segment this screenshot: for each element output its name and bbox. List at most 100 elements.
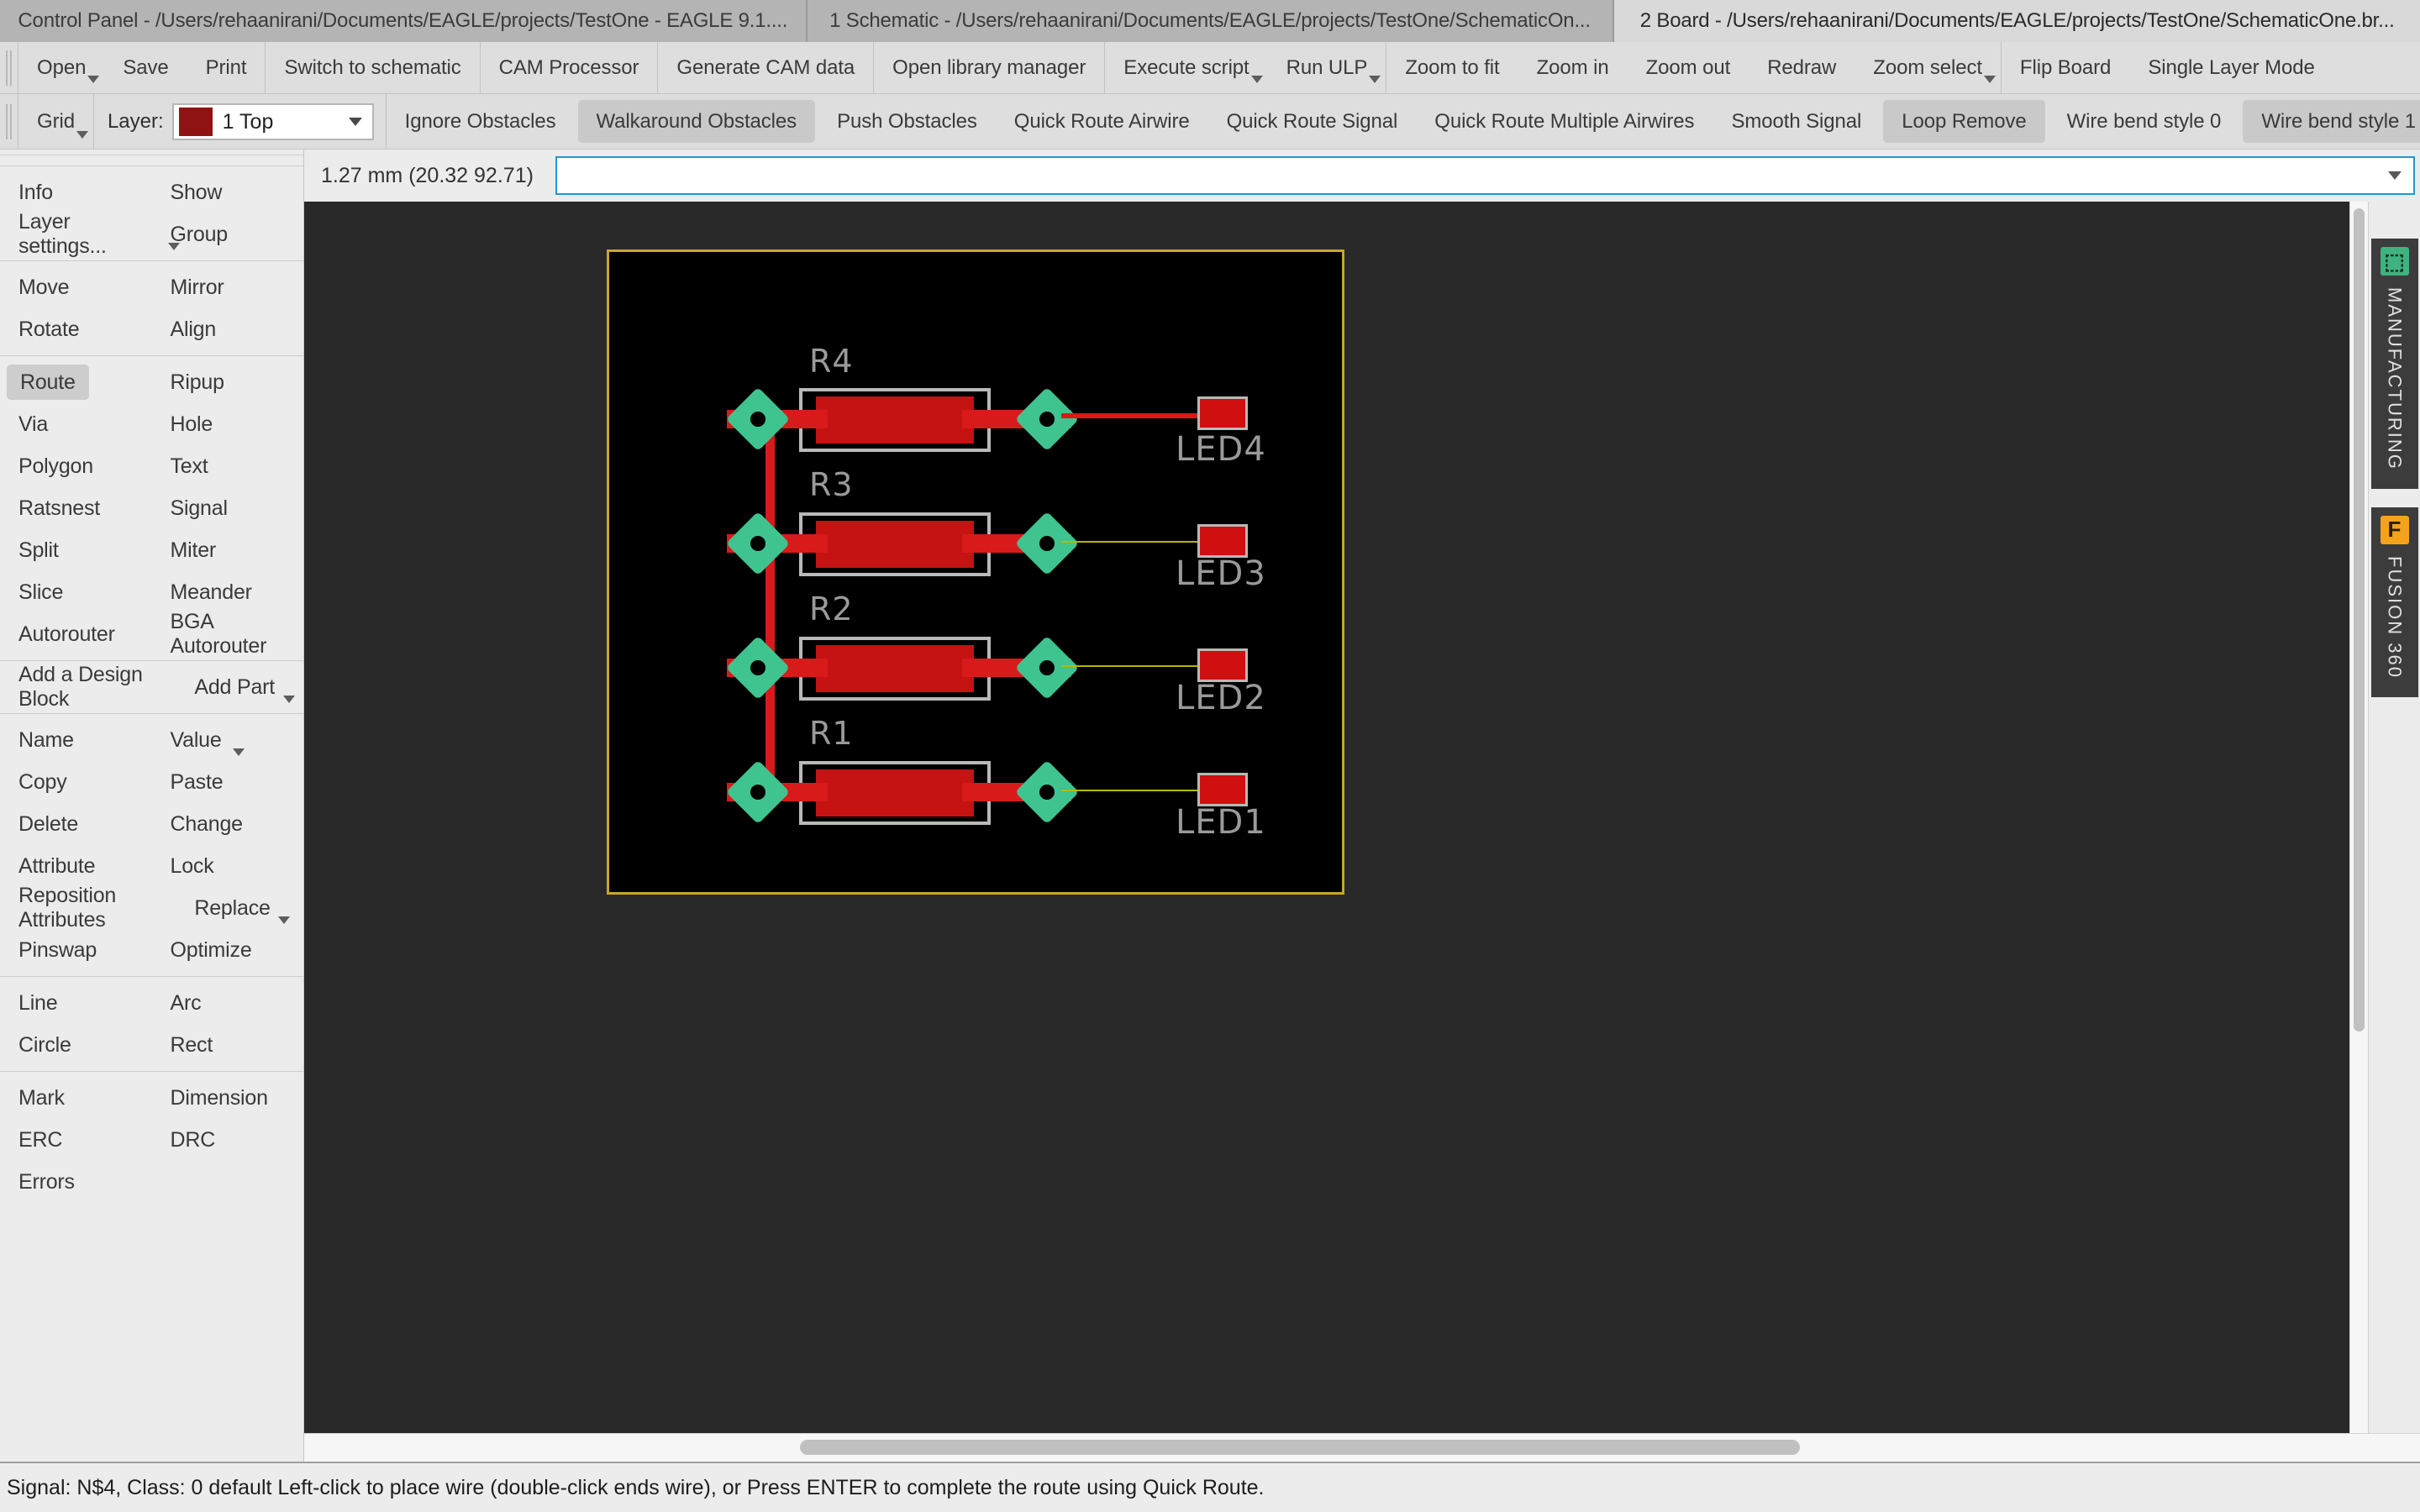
sidebar-item-via[interactable]: Via	[0, 403, 152, 445]
grid-button[interactable]: Grid	[18, 94, 93, 149]
sidebar-item-ratsnest[interactable]: Ratsnest	[0, 487, 152, 529]
wire-bend-style-0-button[interactable]: Wire bend style 0	[2049, 94, 2240, 149]
zoom-out-button[interactable]: Zoom out	[1628, 42, 1749, 93]
sidebar-item-change[interactable]: Change	[152, 803, 304, 845]
quick-route-signal-button[interactable]: Quick Route Signal	[1208, 94, 1417, 149]
window-tab-board[interactable]: 2 Board - /Users/rehaanirani/Documents/E…	[1614, 0, 2420, 42]
sidebar-item-mirror[interactable]: Mirror	[152, 266, 304, 308]
sidebar-item-layer-settings[interactable]: Layer settings...	[0, 210, 180, 258]
run-ulp-button[interactable]: Run ULP	[1268, 42, 1386, 93]
canvas-horizontal-scrollbar[interactable]	[304, 1433, 2420, 1462]
sidebar-item-rect[interactable]: Rect	[152, 1024, 304, 1066]
sidebar-item-miter[interactable]: Miter	[152, 529, 304, 571]
command-line-input[interactable]	[555, 156, 2415, 195]
chevron-down-icon[interactable]	[2388, 171, 2402, 180]
walkaround-obstacles-button[interactable]: Walkaround Obstacles	[577, 100, 816, 143]
chevron-down-icon[interactable]	[87, 76, 100, 83]
sidebar-item-replace[interactable]: Replace	[176, 887, 303, 929]
sidebar-item-reposition-attributes[interactable]: Reposition Attributes	[0, 884, 176, 932]
scrollbar-thumb[interactable]	[2354, 208, 2365, 1032]
panel-manufacturing[interactable]: ⬚ MANUFACTURING	[2370, 239, 2418, 489]
ignore-obstacles-button[interactable]: Ignore Obstacles	[387, 94, 575, 149]
push-obstacles-button[interactable]: Push Obstacles	[818, 94, 996, 149]
zoom-select-button[interactable]: Zoom select	[1854, 42, 2001, 93]
sidebar-item-drc[interactable]: DRC	[152, 1119, 304, 1161]
generate-cam-data-button[interactable]: Generate CAM data	[658, 42, 873, 93]
quick-route-airwire-button[interactable]: Quick Route Airwire	[996, 94, 1208, 149]
toolbar-grip[interactable]	[0, 42, 18, 93]
sidebar-item-arc[interactable]: Arc	[152, 982, 304, 1024]
open-library-manager-button[interactable]: Open library manager	[874, 42, 1104, 93]
smooth-signal-button[interactable]: Smooth Signal	[1712, 94, 1880, 149]
sidebar-item-align[interactable]: Align	[152, 308, 304, 350]
sidebar-item-text[interactable]: Text	[152, 445, 304, 487]
execute-script-button[interactable]: Execute script	[1105, 42, 1267, 93]
sidebar-item-add-a-design-block[interactable]: Add a Design Block	[0, 663, 176, 711]
loop-remove-button[interactable]: Loop Remove	[1883, 100, 2045, 143]
save-button[interactable]: Save	[104, 42, 187, 93]
flip-board-button[interactable]: Flip Board	[2002, 42, 2129, 93]
sidebar-item-meander[interactable]: Meander	[152, 571, 304, 613]
chevron-down-icon[interactable]	[1983, 76, 1996, 83]
canvas-vertical-scrollbar[interactable]	[2349, 202, 2368, 1433]
sidebar-item-attribute[interactable]: Attribute	[0, 845, 152, 887]
panel-fusion-360[interactable]: F FUSION 360	[2370, 507, 2418, 697]
sidebar-item-pinswap[interactable]: Pinswap	[0, 929, 152, 971]
redraw-button[interactable]: Redraw	[1749, 42, 1854, 93]
sidebar-item-optimize[interactable]: Optimize	[152, 929, 304, 971]
quick-route-multiple-airwires-button[interactable]: Quick Route Multiple Airwires	[1416, 94, 1712, 149]
pcb-canvas[interactable]: R4 LED4 R3 LED3 R2 LED2 R1 LED1	[304, 202, 2349, 1433]
switch-to-schematic-button[interactable]: Switch to schematic	[266, 42, 479, 93]
sidebar-item-erc[interactable]: ERC	[0, 1119, 152, 1161]
print-button[interactable]: Print	[187, 42, 266, 93]
sidebar-item-group[interactable]: Group	[152, 213, 304, 255]
layer-select[interactable]: 1 Top	[171, 103, 374, 140]
sidebar-item-add-part[interactable]: Add Part	[176, 666, 303, 708]
sidebar-item-delete[interactable]: Delete	[0, 803, 152, 845]
zoom-to-fit-button[interactable]: Zoom to fit	[1386, 42, 1518, 93]
sidebar-item-route[interactable]: Route	[0, 361, 152, 403]
chevron-down-icon[interactable]	[76, 131, 88, 139]
cam-processor-button[interactable]: CAM Processor	[481, 42, 658, 93]
single-layer-mode-button[interactable]: Single Layer Mode	[2129, 42, 2333, 93]
open-button[interactable]: Open	[18, 42, 104, 93]
sidebar-item-split[interactable]: Split	[0, 529, 152, 571]
sidebar-item-signal[interactable]: Signal	[152, 487, 304, 529]
chevron-down-icon[interactable]	[278, 916, 291, 924]
sidebar-item-autorouter[interactable]: Autorouter	[0, 613, 152, 655]
sidebar-item-rotate[interactable]: Rotate	[0, 308, 152, 350]
sidebar-item-line[interactable]: Line	[0, 982, 152, 1024]
toolbar-group-zoom: Zoom to fit Zoom in Zoom out Redraw Zoom…	[1386, 42, 2002, 93]
window-tab-control-panel[interactable]: Control Panel - /Users/rehaanirani/Docum…	[0, 0, 808, 42]
sidebar-item-label: Replace	[194, 895, 271, 920]
sidebar-item-name[interactable]: Name	[0, 719, 152, 761]
sidebar-item-errors[interactable]: Errors	[0, 1161, 152, 1203]
sidebar-item-mark[interactable]: Mark	[0, 1077, 152, 1119]
window-tab-schematic[interactable]: 1 Schematic - /Users/rehaanirani/Documen…	[807, 0, 1615, 42]
chevron-down-icon[interactable]	[348, 118, 362, 126]
sidebar-item-circle[interactable]: Circle	[0, 1024, 152, 1066]
chevron-down-icon[interactable]	[232, 748, 245, 756]
sidebar-item-copy[interactable]: Copy	[0, 761, 152, 803]
sidebar-item-polygon[interactable]: Polygon	[0, 445, 152, 487]
sidebar-item-hole[interactable]: Hole	[152, 403, 304, 445]
sidebar-item-value[interactable]: Value	[152, 719, 304, 761]
sidebar-item-slice[interactable]: Slice	[0, 571, 152, 613]
sidebar-item-bga-autorouter[interactable]: BGA Autorouter	[152, 610, 304, 658]
sidebar-item-paste[interactable]: Paste	[152, 761, 304, 803]
chevron-down-icon[interactable]	[283, 696, 296, 703]
scrollbar-thumb[interactable]	[800, 1440, 1800, 1455]
sidebar-item-dimension[interactable]: Dimension	[152, 1077, 304, 1119]
chevron-down-icon[interactable]	[1369, 76, 1381, 83]
pad-r4-right	[1014, 386, 1080, 452]
sidebar-item-move[interactable]: Move	[0, 266, 152, 308]
sidebar-item-show[interactable]: Show	[152, 171, 304, 213]
chevron-down-icon[interactable]	[1250, 76, 1263, 83]
wire-bend-style-1-button[interactable]: Wire bend style 1	[2243, 100, 2420, 143]
sidebar-item-lock[interactable]: Lock	[152, 845, 304, 887]
sidebar-item-info[interactable]: Info	[0, 171, 152, 213]
options-toolbar-grip[interactable]	[0, 94, 18, 149]
sidebar-item-ripup[interactable]: Ripup	[152, 361, 304, 403]
sidebar-item-label: Signal	[170, 496, 228, 520]
zoom-in-button[interactable]: Zoom in	[1518, 42, 1628, 93]
